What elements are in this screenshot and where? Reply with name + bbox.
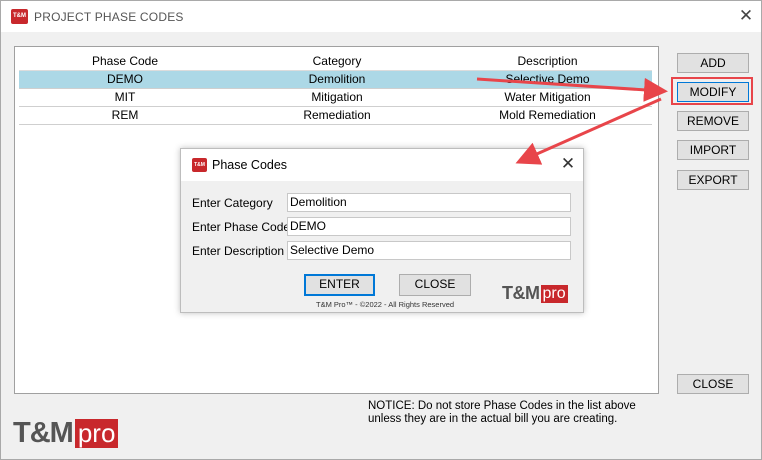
- project-phase-codes-window: T&M PROJECT PHASE CODES ✕ Phase Code Cat…: [0, 0, 762, 460]
- arrow-to-modify: [476, 77, 668, 102]
- arrow-to-dialog: [515, 97, 662, 165]
- annotation-arrows: [476, 77, 668, 165]
